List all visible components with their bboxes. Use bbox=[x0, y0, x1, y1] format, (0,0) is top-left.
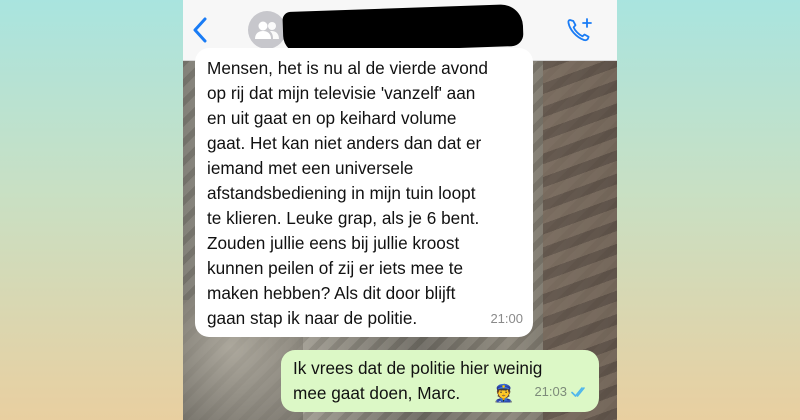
chat-screen: Mensen, het is nu al de vierde avond op … bbox=[183, 0, 617, 420]
redacted-contact-name bbox=[282, 3, 524, 55]
outgoing-message-time: 21:03 bbox=[534, 384, 567, 399]
outgoing-message-bubble[interactable]: Ik vrees dat de politie hier weinig mee … bbox=[281, 350, 599, 412]
incoming-message-time: 21:00 bbox=[490, 311, 523, 326]
police-officer-emoji: 👮 bbox=[493, 384, 515, 403]
double-check-icon bbox=[571, 386, 585, 397]
add-call-icon bbox=[567, 18, 592, 42]
back-button[interactable] bbox=[189, 14, 211, 46]
chevron-left-icon bbox=[193, 17, 207, 43]
group-avatar-icon bbox=[255, 21, 279, 39]
outgoing-message-meta: 21:03 bbox=[534, 379, 589, 404]
incoming-message-bubble[interactable]: Mensen, het is nu al de vierde avond op … bbox=[195, 48, 533, 337]
group-avatar[interactable] bbox=[248, 11, 286, 49]
incoming-message-text: Mensen, het is nu al de vierde avond op … bbox=[207, 58, 488, 328]
add-call-button[interactable] bbox=[563, 14, 597, 46]
